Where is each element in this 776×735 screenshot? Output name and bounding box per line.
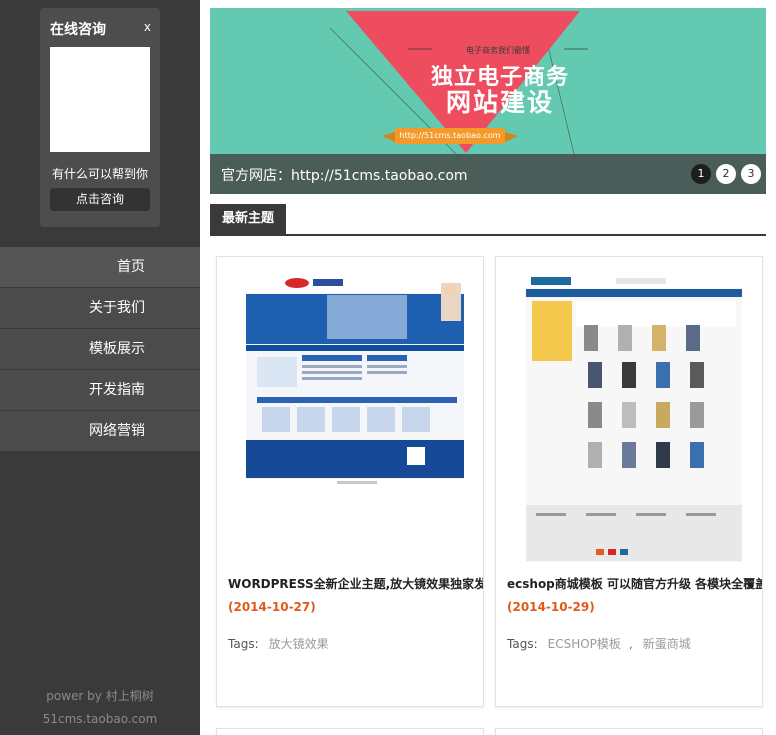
nav-item-marketing[interactable]: 网络营销	[0, 411, 200, 452]
card-title[interactable]: ecshop商城模板 可以随官方升级 各模块全覆盖	[507, 575, 762, 592]
banner-caption-bar: 官方网店：http://51cms.taobao.com	[210, 154, 766, 194]
theme-card-partial	[495, 728, 763, 735]
theme-card: WORDPRESS全新企业主题,放大镜效果独家发售 (2014-10-27) T…	[216, 256, 484, 707]
banner-headline-2: 网站建设	[445, 88, 554, 117]
slide-dot-2[interactable]: 2	[716, 164, 736, 184]
consult-button[interactable]: 点击咨询	[50, 188, 150, 211]
card-thumbnail-ecshop[interactable]	[496, 257, 762, 562]
main-nav: 首页 关于我们 模板展示 开发指南 网络营销	[0, 247, 200, 452]
tag-link[interactable]: 放大镜效果	[269, 637, 329, 651]
consult-title: 在线咨询	[50, 22, 106, 38]
section-tab-bar: 最新主题	[210, 204, 766, 236]
tags-label: Tags:	[228, 637, 259, 651]
tags-label: Tags:	[507, 637, 538, 651]
card-date: (2014-10-29)	[507, 600, 595, 614]
tab-latest-topics[interactable]: 最新主题	[210, 204, 286, 234]
nav-item-home[interactable]: 首页	[0, 247, 200, 288]
nav-item-about[interactable]: 关于我们	[0, 288, 200, 329]
sidebar: 在线咨询 x 有什么可以帮到你 点击咨询 首页 关于我们 模板展示 开发指南 网…	[0, 0, 200, 735]
footer-power-text: power by 村上桐树	[46, 689, 154, 703]
card-date: (2014-10-27)	[228, 600, 316, 614]
consult-help-text: 有什么可以帮到你	[51, 167, 148, 181]
banner-caption[interactable]: 官方网店：http://51cms.taobao.com	[221, 165, 468, 185]
banner-slider[interactable]: 电子商务我们最懂 独立电子商务 网站建设 http://51cms.taobao…	[210, 8, 766, 194]
tag-separator: ,	[628, 637, 633, 651]
nav-item-templates[interactable]: 模板展示	[0, 329, 200, 370]
footer-site-link[interactable]: 51cms.taobao.com	[0, 712, 200, 726]
qr-code-placeholder	[50, 47, 150, 152]
online-consult-panel: 在线咨询 x 有什么可以帮到你 点击咨询	[40, 8, 160, 227]
theme-card: ecshop商城模板 可以随官方升级 各模块全覆盖 (2014-10-29) T…	[495, 256, 763, 707]
tag-link[interactable]: 新蛋商城	[643, 637, 691, 651]
card-title[interactable]: WORDPRESS全新企业主题,放大镜效果独家发售	[228, 575, 483, 592]
page: 在线咨询 x 有什么可以帮到你 点击咨询 首页 关于我们 模板展示 开发指南 网…	[0, 0, 776, 735]
slide-dot-3[interactable]: 3	[741, 164, 761, 184]
card-tags: Tags: 放大镜效果	[228, 635, 329, 652]
tag-link[interactable]: ECSHOP模板	[548, 637, 621, 651]
card-thumbnail-corporate[interactable]	[217, 257, 483, 562]
card-tags: Tags: ECSHOP模板, 新蛋商城	[507, 635, 691, 652]
nav-item-dev-guide[interactable]: 开发指南	[0, 370, 200, 411]
banner-url-badge: http://51cms.taobao.com	[395, 128, 505, 144]
slide-dot-1[interactable]: 1	[691, 164, 711, 184]
banner-subtitle: 电子商务我们最懂	[466, 46, 530, 55]
theme-card-partial	[216, 728, 484, 735]
close-icon[interactable]: x	[144, 20, 151, 34]
